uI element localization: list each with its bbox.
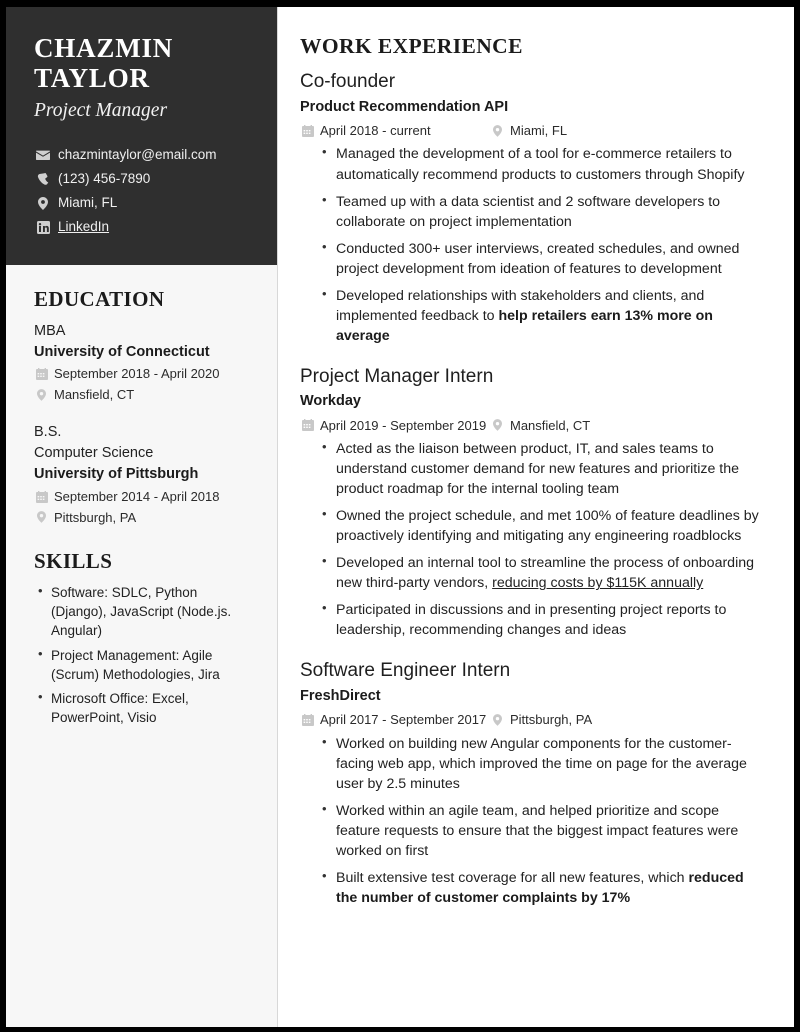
education-dates-text: September 2018 - April 2020	[54, 366, 220, 382]
list-item: Project Management: Agile (Scrum) Method…	[38, 645, 255, 684]
job-location-text: Pittsburgh, PA	[510, 712, 593, 728]
resume-page: CHAZMIN TAYLOR Project Manager chazminta…	[0, 0, 800, 1032]
list-item: Managed the development of a tool for e-…	[322, 143, 766, 184]
skills-heading: SKILLS	[34, 549, 113, 574]
bullet-highlight: reduced the number of customer complaint…	[336, 869, 744, 906]
bullet-highlight: help retailers earn 13% more on average	[336, 307, 713, 344]
job-bullets: Managed the development of a tool for e-…	[300, 143, 766, 346]
job-dates-text: April 2017 - September 2017	[320, 712, 487, 728]
location-pin-icon	[490, 124, 505, 137]
candidate-role: Project Manager	[34, 100, 168, 122]
resume-sheet: CHAZMIN TAYLOR Project Manager chazminta…	[6, 7, 794, 1027]
job-meta: April 2019 - September 2019 Mansfield, CT	[300, 415, 766, 436]
education-heading: EDUCATION	[34, 286, 165, 311]
location-pin-icon	[34, 388, 49, 401]
job-dates: April 2018 - current	[300, 121, 490, 141]
job-meta: April 2017 - September 2017 Pittsburgh, P…	[300, 709, 766, 730]
list-item: Developed an internal tool to streamline…	[322, 552, 766, 593]
phone-icon	[34, 172, 52, 186]
contact-location-text: Miami, FL	[58, 194, 118, 210]
list-item: Conducted 300+ user interviews, created …	[322, 238, 766, 279]
calendar-icon	[34, 490, 49, 503]
list-item: Participated in discussions and in prese…	[322, 599, 766, 640]
list-item: Microsoft Office: Excel, PowerPoint, Vis…	[38, 688, 255, 727]
list-item: Developed relationships with stakeholder…	[322, 285, 766, 346]
job-dates-text: April 2019 - September 2019	[320, 417, 487, 433]
job-company: FreshDirect	[300, 687, 381, 704]
list-item: Software: SDLC, Python (Django), JavaScr…	[38, 582, 255, 640]
candidate-name-line1: CHAZMIN	[34, 33, 174, 63]
contact-item-linkedin[interactable]: LinkedIn	[34, 217, 251, 238]
education-school: University of Pittsburgh	[34, 466, 199, 483]
list-item: Owned the project schedule, and met 100%…	[322, 505, 766, 546]
job-entry-1: Project Manager Intern Workday April 2019 …	[300, 365, 766, 641]
job-company: Workday	[300, 393, 361, 410]
education-location: Pittsburgh, PA	[34, 508, 255, 528]
calendar-icon	[34, 368, 49, 381]
contact-list: chazmintaylor@email.com (123) 456-7890 M…	[34, 145, 251, 238]
education-entry-0: MBA University of Connecticut September …	[34, 321, 255, 405]
candidate-name: CHAZMIN TAYLOR	[34, 33, 251, 93]
education-location-text: Mansfield, CT	[54, 386, 135, 402]
list-item: Teamed up with a data scientist and 2 so…	[322, 191, 766, 232]
sidebar-header: CHAZMIN TAYLOR Project Manager chazminta…	[6, 7, 277, 265]
job-location-text: Miami, FL	[510, 122, 568, 138]
list-item: Worked within an agile team, and helped …	[322, 800, 766, 861]
list-item: Acted as the liaison between product, IT…	[322, 438, 766, 499]
education-degree: MBA	[34, 322, 66, 339]
location-pin-icon	[34, 196, 52, 210]
job-location: Mansfield, CT	[490, 416, 590, 436]
sidebar: CHAZMIN TAYLOR Project Manager chazminta…	[6, 7, 278, 1027]
job-meta: April 2018 - current Miami, FL	[300, 120, 766, 141]
contact-email-text: chazmintaylor@email.com	[58, 146, 217, 162]
job-location: Miami, FL	[490, 121, 567, 141]
education-location-text: Pittsburgh, PA	[54, 509, 137, 525]
education-entry-1: B.S. Computer Science University of Pitt…	[34, 422, 255, 527]
job-title: Project Manager Intern	[300, 365, 494, 387]
job-dates-text: April 2018 - current	[320, 122, 431, 138]
work-experience-list: Co-founder Product Recommendation API Apri…	[300, 70, 766, 908]
bullet-highlight: reducing costs by $115K annually	[492, 575, 704, 592]
work-experience-heading: WORK EXPERIENCE	[300, 34, 523, 58]
education-field: Computer Science	[34, 445, 154, 462]
job-bullets: Worked on building new Angular component…	[300, 733, 766, 908]
location-pin-icon	[34, 511, 49, 524]
candidate-name-line2: TAYLOR	[34, 63, 150, 94]
sidebar-body: EDUCATION MBA University of Connecticut …	[6, 265, 277, 728]
list-item: Worked on building new Angular component…	[322, 733, 766, 794]
calendar-icon	[300, 124, 315, 137]
contact-linkedin-link[interactable]: LinkedIn	[58, 217, 109, 238]
education-dates-text: September 2014 - April 2018	[54, 489, 220, 505]
linkedin-icon	[34, 220, 52, 234]
education-location: Mansfield, CT	[34, 385, 255, 405]
education-school: University of Connecticut	[34, 343, 210, 360]
location-pin-icon	[490, 713, 505, 726]
main-content: WORK EXPERIENCE Co-founder Product Recomm…	[278, 7, 794, 1027]
job-title: Software Engineer Intern	[300, 660, 511, 682]
envelope-icon	[34, 148, 52, 162]
job-location: Pittsburgh, PA	[490, 710, 592, 730]
job-entry-0: Co-founder Product Recommendation API Apri…	[300, 70, 766, 346]
contact-item-phone: (123) 456-7890	[34, 169, 251, 190]
contact-item-email: chazmintaylor@email.com	[34, 145, 251, 166]
calendar-icon	[300, 419, 315, 432]
job-title: Co-founder	[300, 71, 396, 92]
calendar-icon	[300, 713, 315, 726]
education-degree: B.S.	[34, 424, 62, 441]
job-dates: April 2019 - September 2019	[300, 416, 490, 436]
list-item: Built extensive test coverage for all ne…	[322, 867, 766, 908]
job-entry-2: Software Engineer Intern FreshDirect April…	[300, 659, 766, 908]
education-dates: September 2018 - April 2020	[34, 364, 255, 384]
skills-list: Software: SDLC, Python (Django), JavaScr…	[34, 582, 255, 727]
location-pin-icon	[490, 419, 505, 432]
education-dates: September 2014 - April 2018	[34, 487, 255, 507]
job-location-text: Mansfield, CT	[510, 417, 591, 433]
contact-item-location: Miami, FL	[34, 193, 251, 214]
job-bullets: Acted as the liaison between product, IT…	[300, 438, 766, 640]
job-company: Product Recommendation API	[300, 98, 509, 115]
contact-phone-text: (123) 456-7890	[58, 170, 151, 186]
job-dates: April 2017 - September 2017	[300, 710, 490, 730]
